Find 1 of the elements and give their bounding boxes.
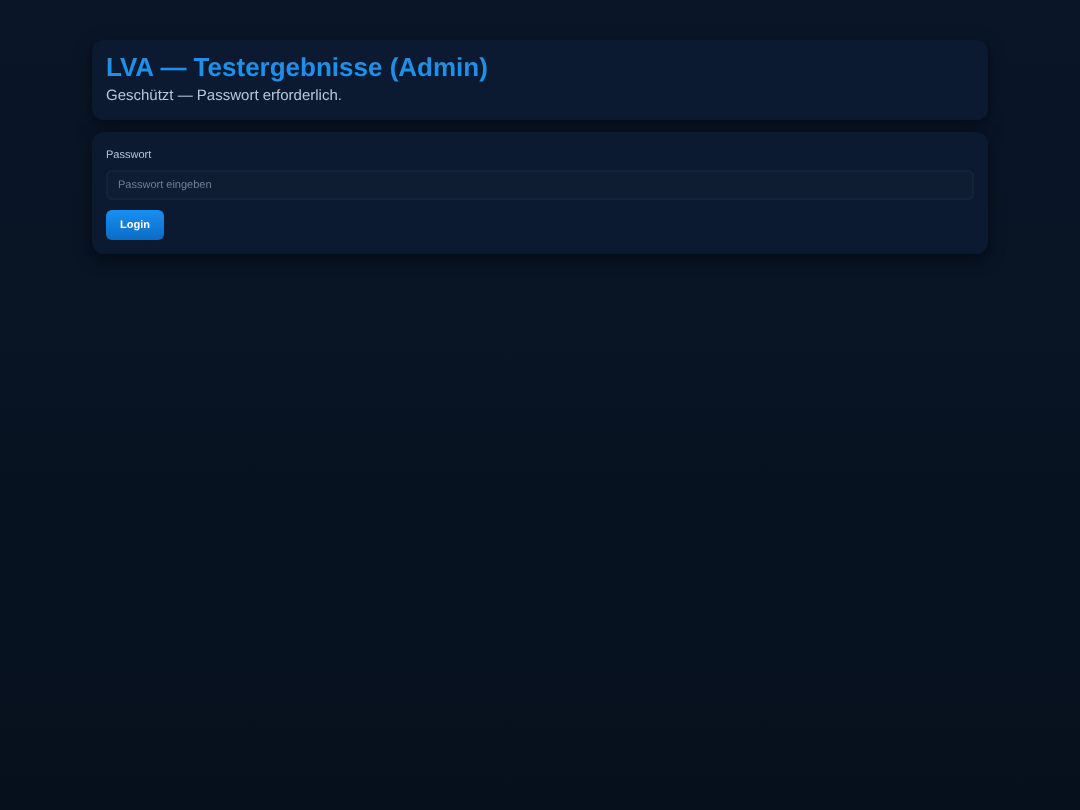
page-title: LVA — Testergebnisse (Admin) xyxy=(106,52,490,82)
